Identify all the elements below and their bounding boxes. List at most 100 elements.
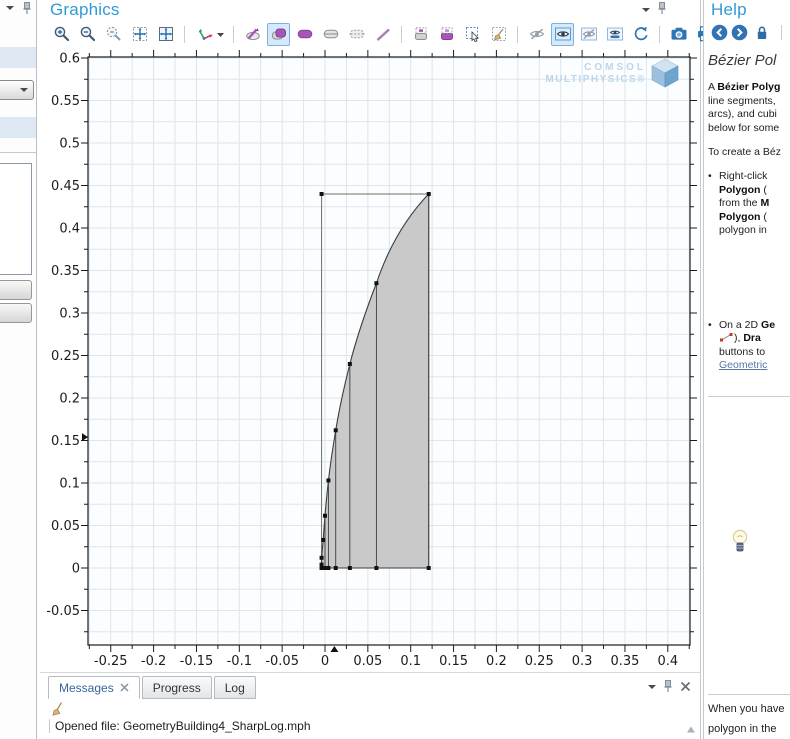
divider (708, 396, 790, 397)
svg-text:-0.05: -0.05 (265, 654, 299, 669)
clear-selection-icon[interactable] (487, 23, 510, 46)
help-panel-title: Help (711, 0, 747, 20)
tab-progress[interactable]: Progress (142, 676, 212, 699)
graphics-panel: Graphics COMSOLMULTIPHYSICS® -0.25 -0.2 -0.… (40, 0, 701, 672)
panel-menu-arrow-icon[interactable] (6, 6, 14, 10)
divider (781, 25, 782, 40)
zoom-out-icon[interactable] (76, 23, 99, 46)
divider (0, 152, 36, 153)
render-filled-icon[interactable] (293, 23, 316, 46)
pin-icon[interactable] (656, 1, 668, 15)
svg-text:0.25: 0.25 (525, 654, 554, 669)
tab-log[interactable]: Log (214, 676, 256, 699)
settings-panel-sliver (0, 0, 37, 739)
svg-text:-0.15: -0.15 (180, 654, 214, 669)
pin-icon[interactable] (662, 679, 674, 693)
render-solid-icon[interactable] (267, 23, 290, 46)
help-bullet-1: Right-click Polygon ( from the M Polygon… (708, 170, 790, 238)
draw-edit-icon[interactable] (241, 23, 264, 46)
svg-text:0.1: 0.1 (59, 477, 80, 492)
svg-text:0.35: 0.35 (51, 264, 80, 279)
snapshot-icon[interactable] (667, 23, 690, 46)
help-panel: Help Bézier Pol A Bézier Polyg line segm… (703, 0, 790, 739)
zoom-extents-icon[interactable] (128, 23, 151, 46)
view-visible-icon[interactable] (551, 23, 574, 46)
render-outline-icon[interactable] (319, 23, 342, 46)
svg-text:-0.2: -0.2 (141, 654, 166, 669)
message-log-line: Opened file: GeometryBuilding4_SharpLog.… (49, 719, 679, 733)
tab-messages[interactable]: Messages (48, 676, 140, 699)
messages-menu-arrow-icon[interactable] (648, 685, 656, 689)
help-bottom-paragraph: When you have polygon in the (708, 699, 790, 739)
messages-panel: Messages Progress Log Opened file: Geome… (40, 672, 701, 739)
go-to-default-view-icon[interactable] (154, 23, 177, 46)
svg-text:0.5: 0.5 (59, 137, 80, 152)
section-header-band (0, 117, 36, 138)
graphics-panel-title: Graphics (50, 0, 120, 20)
svg-text:0.1: 0.1 (400, 654, 421, 669)
close-panel-icon[interactable] (680, 681, 691, 692)
help-forward-icon[interactable] (731, 24, 748, 41)
hide-selected-icon[interactable] (525, 23, 548, 46)
svg-text:0.45: 0.45 (51, 179, 80, 194)
zoom-box-icon[interactable] (102, 23, 125, 46)
section-header-band (0, 47, 36, 68)
help-back-icon[interactable] (711, 24, 728, 41)
scroll-up-icon[interactable] (686, 725, 696, 734)
svg-text:0.15: 0.15 (51, 434, 80, 449)
wireframe-off-icon[interactable] (371, 23, 394, 46)
svg-text:-0.05: -0.05 (46, 604, 80, 619)
svg-text:COMSOL: COMSOL (584, 62, 646, 73)
svg-text:0.25: 0.25 (51, 349, 80, 364)
svg-text:0.4: 0.4 (59, 222, 80, 237)
help-paragraph-2: To create a Béz (708, 146, 790, 160)
svg-text:-0.1: -0.1 (227, 654, 252, 669)
view-all-icon[interactable] (603, 23, 626, 46)
svg-text:0.35: 0.35 (610, 654, 639, 669)
svg-text:0.3: 0.3 (59, 307, 80, 322)
svg-text:0.2: 0.2 (59, 392, 80, 407)
svg-text:-0.25: -0.25 (94, 654, 128, 669)
svg-text:0.05: 0.05 (353, 654, 382, 669)
tab-close-icon[interactable] (120, 683, 129, 692)
svg-text:0.4: 0.4 (657, 654, 678, 669)
render-dashed-icon[interactable] (345, 23, 368, 46)
line-segment-icon (719, 332, 734, 342)
graphics-toolbar (50, 21, 716, 47)
tab-log-label: Log (225, 681, 245, 695)
svg-text:0.15: 0.15 (439, 654, 468, 669)
refresh-icon[interactable] (629, 23, 652, 46)
pin-icon[interactable] (21, 1, 33, 15)
help-paragraph-1: A Bézier Polyg line segments, arcs), and… (708, 81, 790, 135)
svg-text:0.05: 0.05 (51, 519, 80, 534)
divider (708, 694, 790, 695)
tip-lightbulb-icon (732, 529, 748, 557)
svg-text:0.2: 0.2 (486, 654, 507, 669)
settings-button-lower[interactable] (0, 303, 32, 323)
help-lock-icon[interactable] (755, 24, 769, 41)
show-geometry-icon[interactable] (435, 23, 458, 46)
clear-messages-broom-icon[interactable] (50, 701, 66, 717)
show-objects-icon[interactable] (409, 23, 432, 46)
svg-text:0: 0 (72, 562, 80, 577)
tab-messages-label: Messages (59, 681, 114, 695)
settings-listbox[interactable] (0, 163, 32, 275)
settings-combobox[interactable] (0, 80, 34, 100)
messages-tab-bar: Messages Progress Log (48, 676, 256, 699)
select-box-icon[interactable] (461, 23, 484, 46)
graphics-plot-canvas[interactable]: COMSOLMULTIPHYSICS® -0.25 -0.2 -0.15 -0.1 -0.… (40, 50, 700, 672)
tab-progress-label: Progress (153, 681, 201, 695)
view-hidden-icon[interactable] (577, 23, 600, 46)
svg-text:0: 0 (321, 654, 329, 669)
help-bullet-2: On a 2D Ge ), Dra buttons to Geometric (708, 319, 790, 373)
settings-button-upper[interactable] (0, 280, 32, 300)
scene-orientation-icon[interactable] (192, 23, 226, 46)
svg-text:0.3: 0.3 (572, 654, 593, 669)
graphics-panel-menu-arrow-icon[interactable] (642, 8, 650, 12)
svg-text:0.6: 0.6 (59, 52, 80, 67)
help-link-geometric[interactable]: Geometric (719, 359, 767, 371)
svg-text:0.55: 0.55 (51, 94, 80, 109)
help-heading: Bézier Pol (708, 52, 776, 69)
svg-text:MULTIPHYSICS®: MULTIPHYSICS® (545, 74, 646, 85)
zoom-in-icon[interactable] (50, 23, 73, 46)
